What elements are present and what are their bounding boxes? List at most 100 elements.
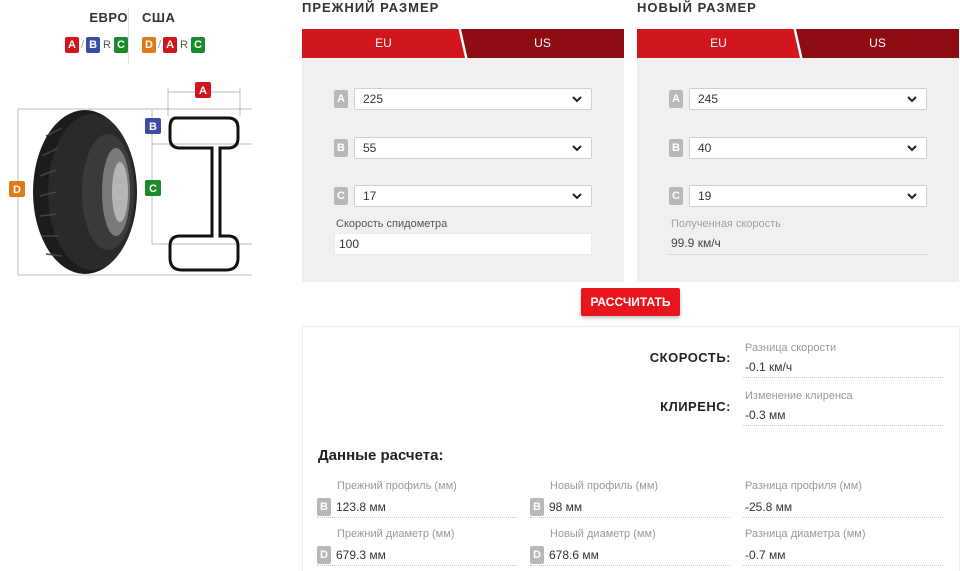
legend-letter-r: R [180, 39, 189, 51]
old-diameter-select[interactable]: 17 [354, 185, 592, 207]
legend-usa-label: США [142, 10, 176, 25]
speedometer-input[interactable]: 100 [334, 233, 592, 255]
old-width-value: 225 [363, 92, 384, 106]
old-row-width: A 225 [334, 88, 592, 110]
legend-chip-c: C [114, 37, 128, 53]
badge-b: B [669, 139, 683, 157]
tire-section-icon [168, 116, 240, 272]
badge-c: C [334, 187, 348, 205]
legend-euro-label: ЕВРО [89, 10, 128, 25]
svg-text:B: B [149, 121, 157, 133]
old-diameter-value: 17 [363, 189, 377, 203]
new-diameter-cell: Новый диаметр (мм) D 678.6 мм [530, 528, 730, 570]
old-profile-select[interactable]: 55 [354, 137, 592, 159]
new-profile-value: 40 [698, 141, 712, 155]
old-profile-caption: Прежний профиль (мм) [337, 480, 457, 492]
chevron-down-icon [572, 193, 582, 200]
old-size-title: ПРЕЖНИЙ РАЗМЕР [302, 0, 440, 15]
calculate-button[interactable]: РАССЧИТАТЬ [581, 288, 680, 316]
old-diameter-row: D 679.3 мм [317, 544, 517, 566]
legend-divider [128, 8, 129, 64]
result-speed-value: 99.9 км/ч [669, 233, 927, 255]
badge-c: C [669, 187, 683, 205]
speedometer-label: Скорость спидометра [336, 218, 448, 230]
diameter-diff-cell: Разница диаметра (мм) -0.7 мм [743, 528, 943, 570]
old-profile-value: 123.8 мм [336, 499, 386, 514]
legend-slash: / [80, 39, 85, 51]
new-row-diameter: C 19 [669, 185, 927, 207]
new-profile-select[interactable]: 40 [689, 137, 927, 159]
result-speed-label: Полученная скорость [671, 218, 781, 230]
old-diameter-cell: Прежний диаметр (мм) D 679.3 мм [317, 528, 517, 570]
svg-text:C: C [149, 183, 157, 195]
badge-a: A [669, 90, 683, 108]
profile-diff-cell: Разница профиля (мм) -25.8 мм [743, 480, 943, 522]
old-profile-value: 55 [363, 141, 377, 155]
diagram-label-b: B [145, 118, 161, 134]
speed-diff-value: -0.1 км/ч [743, 358, 943, 378]
new-size-panel: A 245 B 40 C 19 Полученная скорость 99.9… [637, 58, 959, 282]
new-width-value: 245 [698, 92, 719, 106]
old-profile-cell: Прежний профиль (мм) B 123.8 мм [317, 480, 517, 522]
legend-euro: ЕВРО A / B R C [48, 10, 128, 53]
legend-slash: / [158, 39, 162, 51]
clearance-result-label: КЛИРЕНС: [660, 399, 731, 414]
legend-chip-a: A [163, 37, 178, 53]
new-diameter-caption: Новый диаметр (мм) [550, 528, 656, 540]
new-diameter-value: 19 [698, 189, 712, 203]
new-tab-us[interactable]: US [796, 29, 959, 58]
new-profile-cell: Новый профиль (мм) B 98 мм [530, 480, 730, 522]
badge-a: A [334, 90, 348, 108]
old-row-profile: B 55 [334, 137, 592, 159]
diagram-label-a: A [195, 82, 211, 98]
new-row-width: A 245 [669, 88, 927, 110]
badge-b: B [317, 497, 331, 516]
new-row-profile: B 40 [669, 137, 927, 159]
diameter-diff-value: -0.7 мм [745, 547, 786, 562]
new-width-select[interactable]: 245 [689, 88, 927, 110]
speed-diff-caption: Разница скорости [745, 342, 837, 354]
legend-chip-a: A [64, 37, 79, 53]
old-row-diameter: C 17 [334, 185, 592, 207]
new-size-tabs: EU US [637, 29, 959, 58]
new-tab-eu[interactable]: EU [637, 29, 800, 58]
legend-usa: США D / A R C [142, 10, 232, 53]
old-size-tabs: EU US [302, 29, 624, 58]
profile-diff-value: -25.8 мм [745, 499, 793, 514]
tire-diagram: A B C D [9, 82, 252, 276]
diameter-diff-row: -0.7 мм [743, 544, 943, 566]
old-diameter-value: 679.3 мм [336, 547, 386, 562]
old-tab-eu[interactable]: EU [302, 29, 465, 58]
new-profile-row: B 98 мм [530, 496, 730, 518]
profile-diff-row: -25.8 мм [743, 496, 943, 518]
diameter-diff-caption: Разница диаметра (мм) [745, 528, 866, 540]
clearance-value: -0.3 мм [743, 406, 943, 426]
results-panel: СКОРОСТЬ: Разница скорости -0.1 км/ч КЛИ… [302, 326, 960, 571]
legend-letter-r: R [103, 39, 111, 51]
new-diameter-value: 678.6 мм [549, 547, 599, 562]
old-size-panel: A 225 B 55 C 17 Скорость спидометра 100 [302, 58, 624, 282]
calc-data-title: Данные расчета: [318, 447, 444, 464]
chevron-down-icon [907, 193, 917, 200]
chevron-down-icon [572, 96, 582, 103]
new-diameter-row: D 678.6 мм [530, 544, 730, 566]
clearance-caption: Изменение клиренса [745, 390, 853, 402]
chevron-down-icon [572, 145, 582, 152]
old-diameter-caption: Прежний диаметр (мм) [337, 528, 455, 540]
old-tab-us[interactable]: US [461, 29, 624, 58]
old-profile-row: B 123.8 мм [317, 496, 517, 518]
badge-b: B [334, 139, 348, 157]
size-legend: ЕВРО A / B R C США D / A R C [0, 0, 300, 64]
legend-euro-chips: A / B R C [48, 37, 128, 53]
diagram-label-c: C [145, 180, 161, 196]
legend-chip-c: C [191, 37, 206, 53]
new-profile-caption: Новый профиль (мм) [550, 480, 659, 492]
chevron-down-icon [907, 96, 917, 103]
badge-d: D [317, 545, 331, 564]
badge-b: B [530, 497, 544, 516]
badge-d: D [530, 545, 544, 564]
new-size-title: НОВЫЙ РАЗМЕР [637, 0, 757, 15]
old-width-select[interactable]: 225 [354, 88, 592, 110]
new-diameter-select[interactable]: 19 [689, 185, 927, 207]
speed-result-label: СКОРОСТЬ: [649, 350, 731, 365]
